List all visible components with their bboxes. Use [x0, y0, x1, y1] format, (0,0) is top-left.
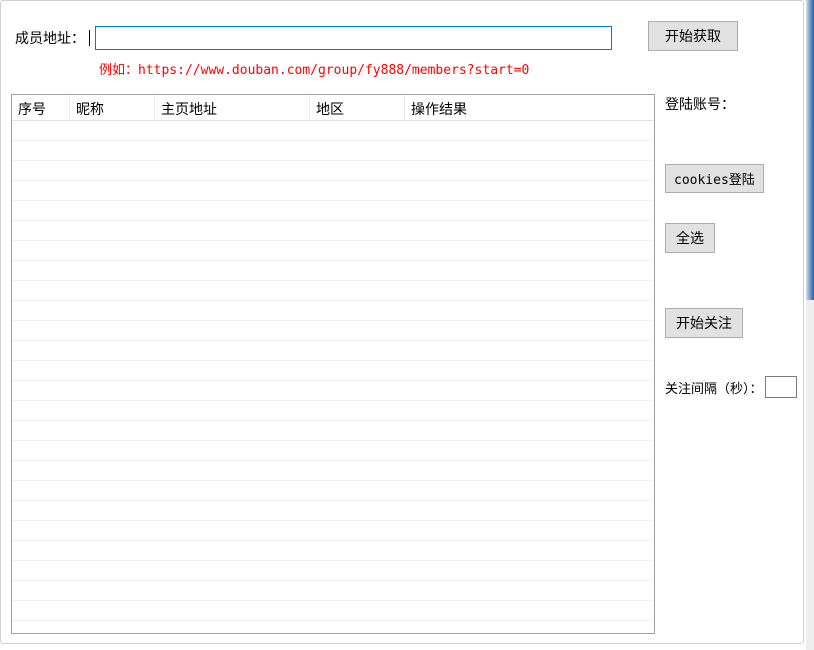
cookies-login-button[interactable]: cookies登陆 [665, 164, 764, 193]
start-fetch-button[interactable]: 开始获取 [648, 21, 738, 51]
window-scrollbar[interactable] [806, 0, 814, 650]
interval-label: 关注间隔（秒）： [665, 378, 763, 397]
table-row [12, 141, 654, 161]
table-row [12, 241, 654, 261]
select-all-button[interactable]: 全选 [665, 223, 715, 253]
table-row [12, 381, 654, 401]
table-row [12, 201, 654, 221]
col-header-homepage[interactable]: 主页地址 [155, 95, 310, 120]
table-row [12, 421, 654, 441]
table-row [12, 601, 654, 621]
col-header-index[interactable]: 序号 [12, 95, 70, 120]
start-follow-button[interactable]: 开始关注 [665, 308, 743, 338]
table-row [12, 261, 654, 281]
right-panel: 登陆账号： cookies登陆 全选 开始关注 关注间隔（秒）： [665, 94, 795, 398]
table-row [12, 461, 654, 481]
table-header: 序号 昵称 主页地址 地区 操作结果 [12, 95, 654, 121]
table-row [12, 221, 654, 241]
table-row [12, 361, 654, 381]
table-row [12, 401, 654, 421]
member-url-input[interactable] [95, 26, 612, 50]
table-row [12, 301, 654, 321]
window-edge-icon [806, 300, 814, 650]
col-header-result[interactable]: 操作结果 [405, 95, 654, 120]
table-row [12, 541, 654, 561]
table-body[interactable] [12, 121, 654, 633]
example-text: 例如：https://www.douban.com/group/fy888/me… [99, 59, 529, 78]
interval-row: 关注间隔（秒）： [665, 376, 795, 398]
table-row [12, 341, 654, 361]
table-row [12, 181, 654, 201]
table-row [12, 561, 654, 581]
table-row [12, 501, 654, 521]
table-row [12, 481, 654, 501]
table-row [12, 161, 654, 181]
col-header-region[interactable]: 地区 [310, 95, 405, 120]
col-header-nickname[interactable]: 昵称 [70, 95, 155, 120]
table-row [12, 281, 654, 301]
text-caret-icon [89, 30, 90, 46]
results-table: 序号 昵称 主页地址 地区 操作结果 [11, 94, 655, 634]
table-row [12, 521, 654, 541]
main-panel: 成员地址： 开始获取 例如：https://www.douban.com/gro… [0, 0, 804, 644]
member-url-label: 成员地址： [15, 28, 85, 48]
login-account-label: 登陆账号： [665, 94, 795, 114]
table-row [12, 581, 654, 601]
table-row [12, 121, 654, 141]
table-row [12, 441, 654, 461]
table-row [12, 321, 654, 341]
interval-input[interactable] [765, 376, 797, 398]
